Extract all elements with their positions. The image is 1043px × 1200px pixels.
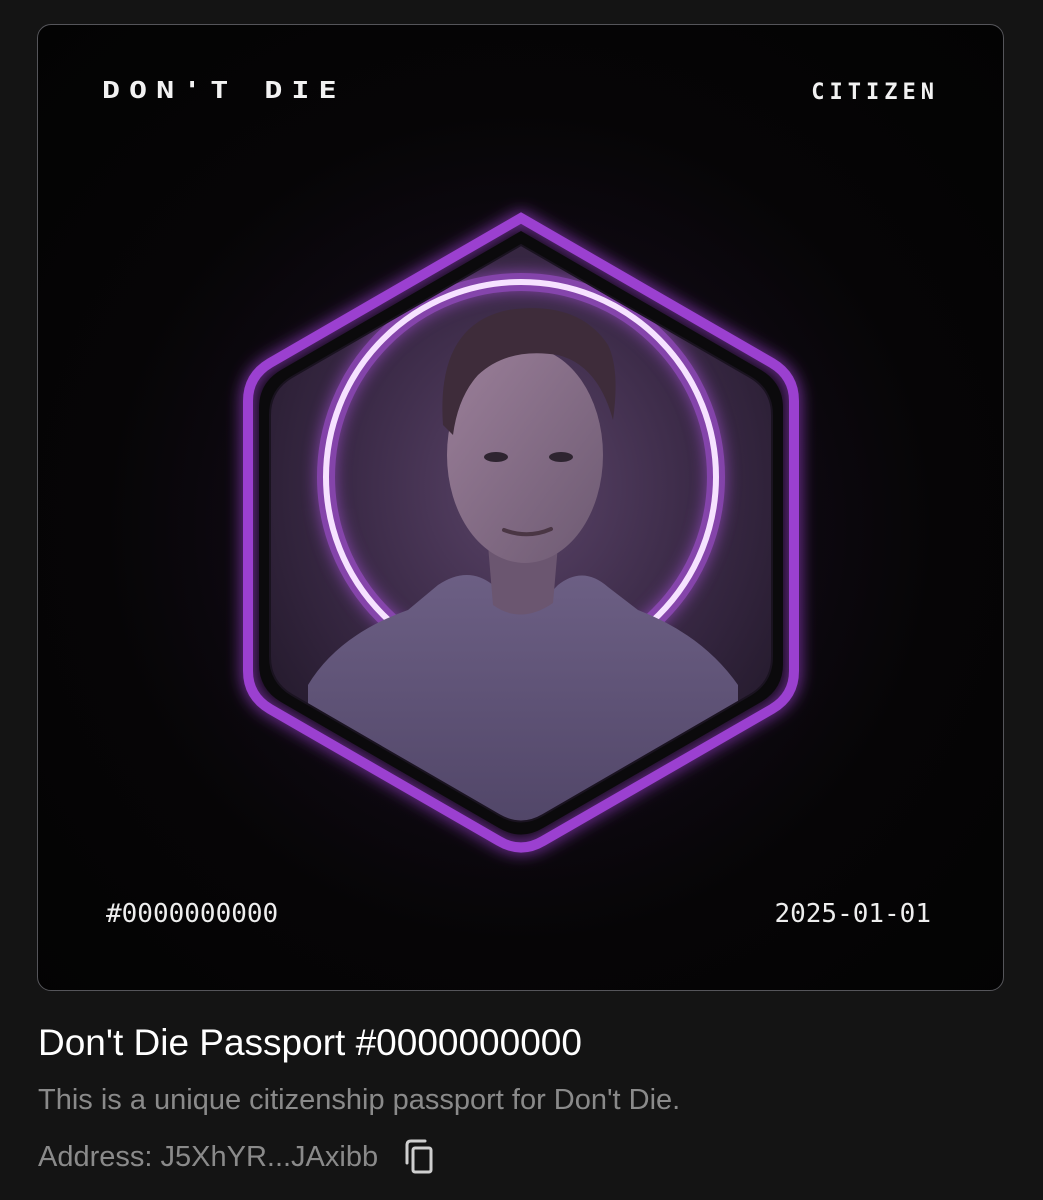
passport-description: This is a unique citizenship passport fo… (38, 1084, 681, 1116)
wallet-address: Address: J5XhYR...JAxibb (38, 1140, 379, 1173)
copy-icon (405, 1139, 433, 1174)
passport-serial: #0000000000 (106, 899, 279, 929)
address-row: Address: J5XhYR...JAxibb (38, 1138, 436, 1176)
copy-address-button[interactable] (402, 1138, 436, 1176)
portrait-emblem (243, 212, 799, 853)
passport-card[interactable]: DON'T DIE CITIZEN #0000000000 2025-01-01 (37, 24, 1004, 991)
issue-date: 2025-01-01 (774, 899, 931, 929)
passport-title: Don't Die Passport #0000000000 (38, 1022, 582, 1063)
